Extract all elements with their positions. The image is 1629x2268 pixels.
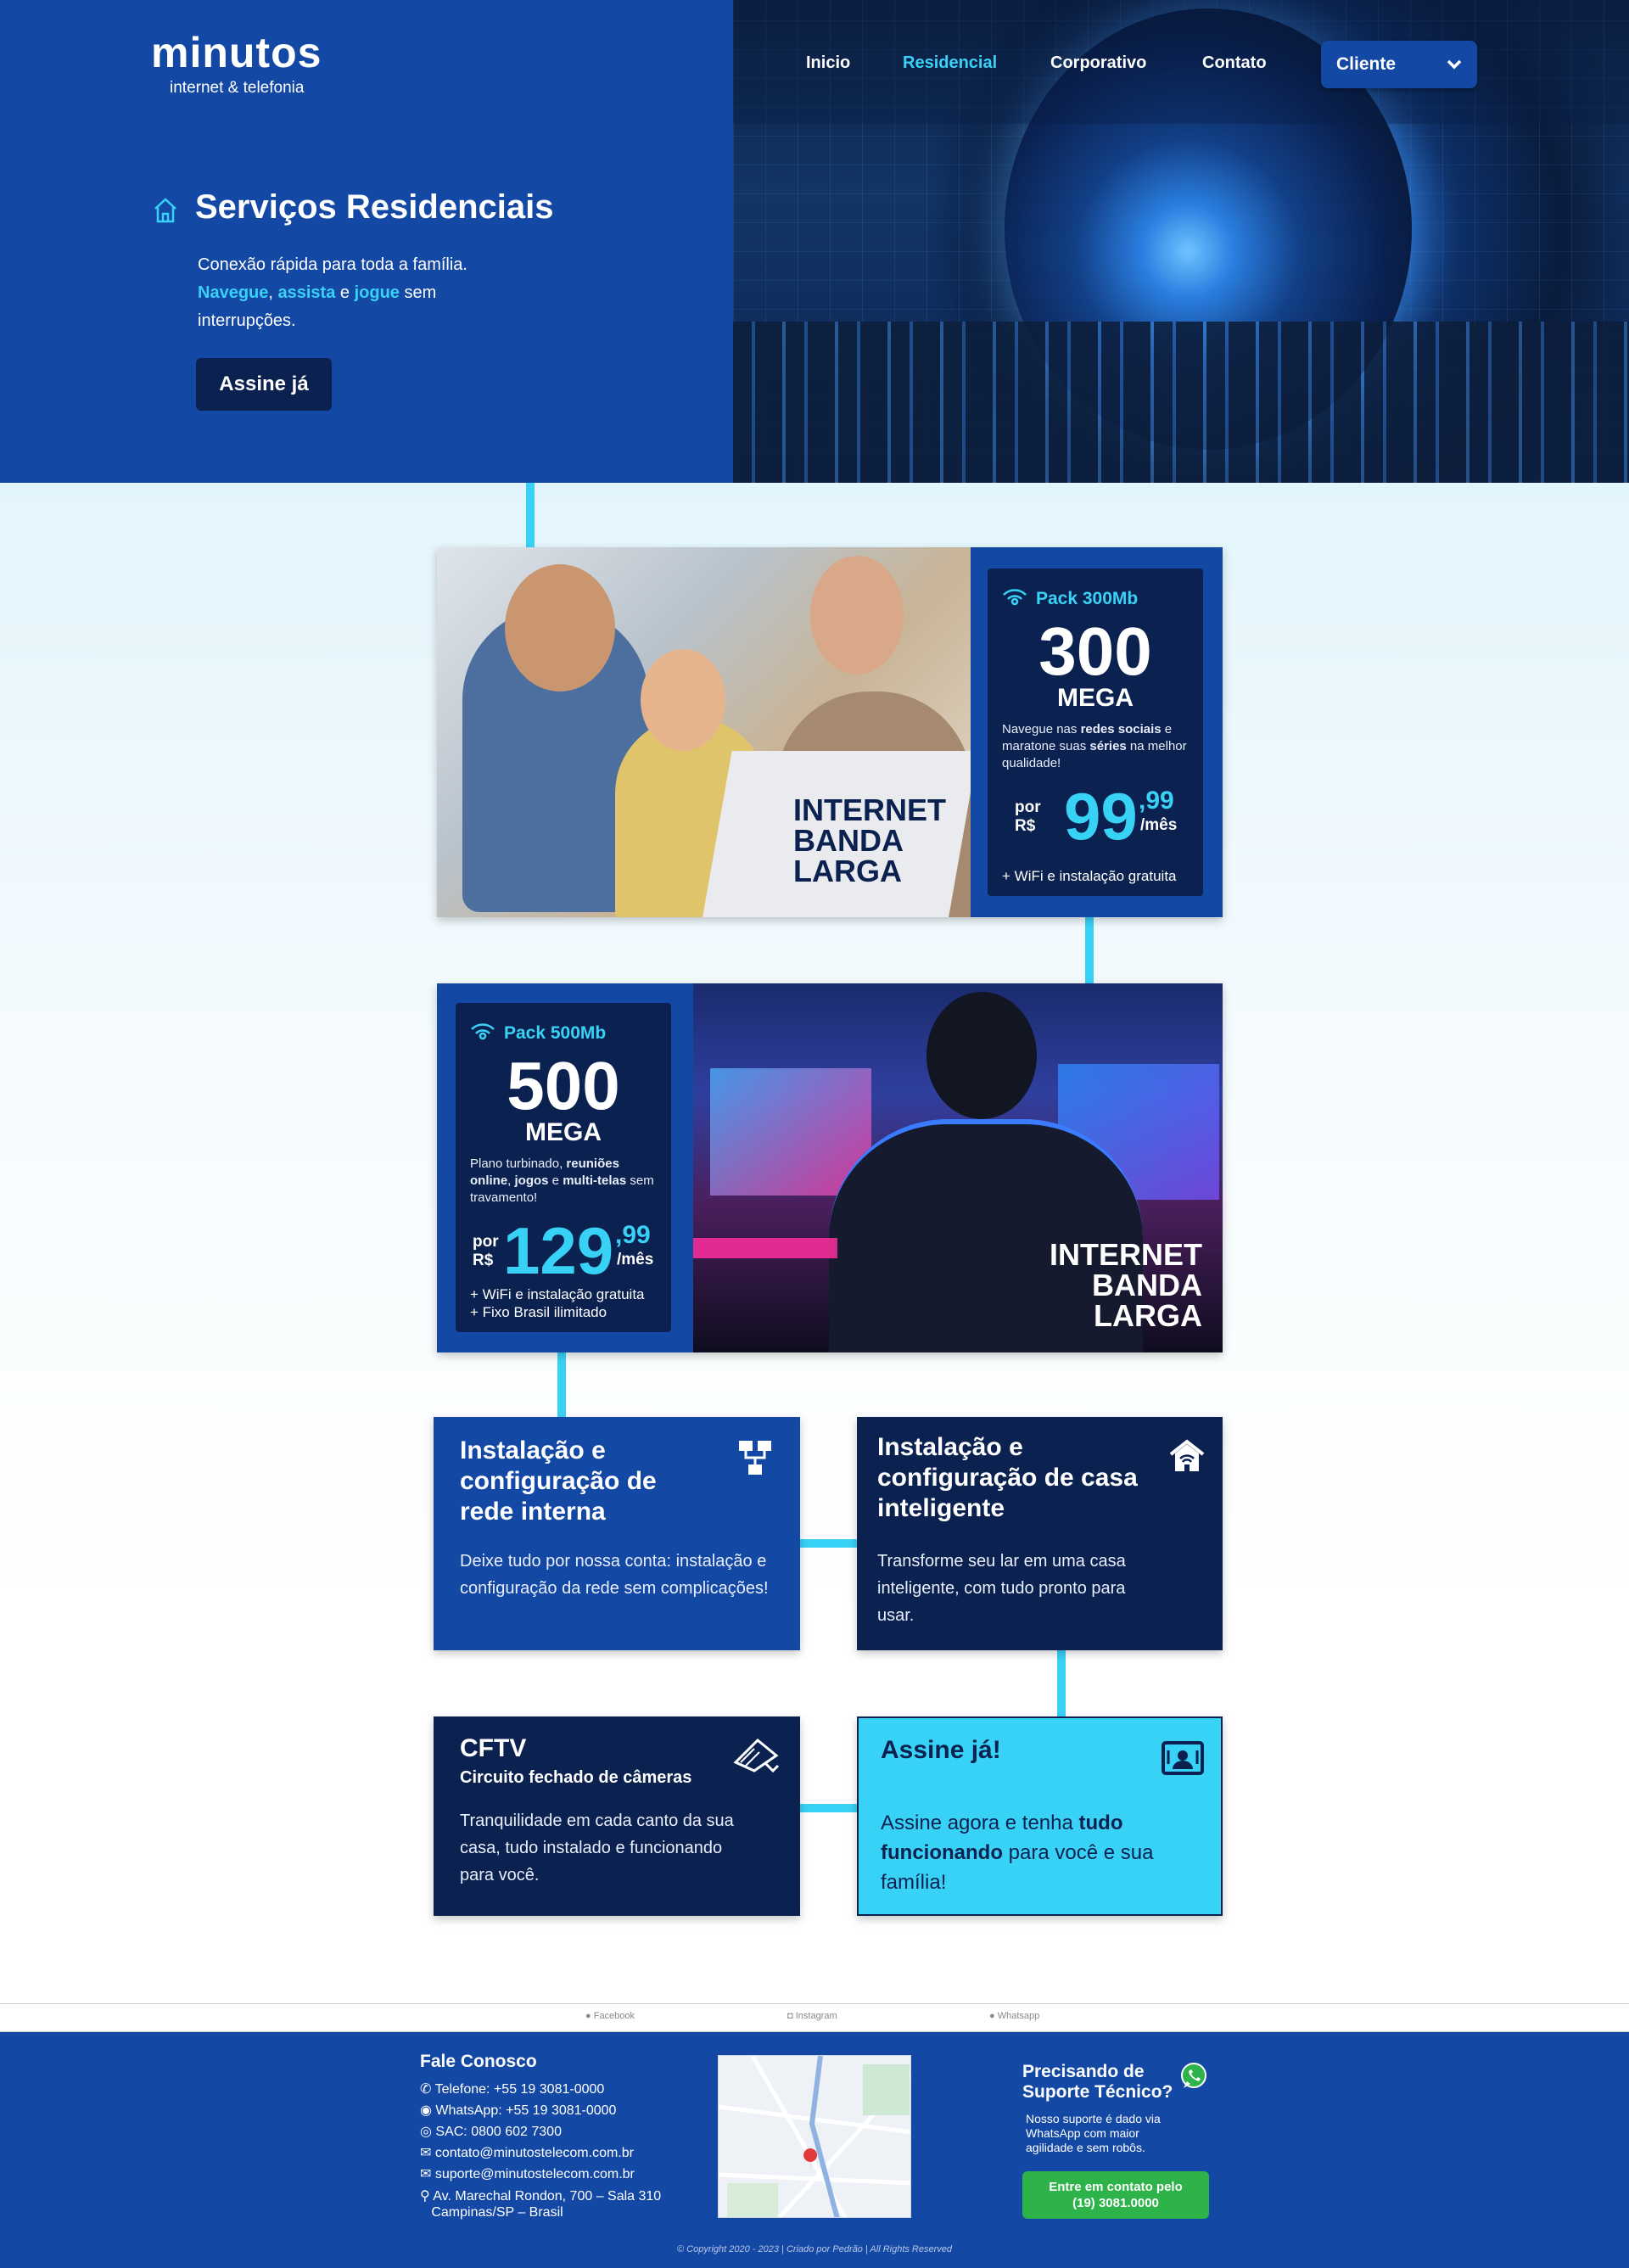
pack-unit: MEGA [1057, 684, 1134, 712]
service-card-casa[interactable]: Instalação e configuração de casa inteli… [857, 1417, 1223, 1650]
pack-speed: 500 [507, 1048, 620, 1123]
wifi-signal-icon [1003, 589, 1027, 606]
instagram-icon: ◘ [787, 2011, 793, 2021]
service-card-rede[interactable]: Instalação e configuração de rede intern… [434, 1417, 800, 1650]
connector-line [800, 1539, 857, 1548]
overlay-line: INTERNET [793, 792, 946, 827]
social-whatsapp-link[interactable]: ● Whatsapp [989, 2011, 1039, 2021]
pack-500-card[interactable]: Pack 500Mb 500 MEGA Plano turbinado, reu… [437, 983, 1223, 1352]
service-text: Transforme seu lar em uma casa inteligen… [877, 1552, 1126, 1625]
logo-tagline: internet & telefonia [170, 79, 305, 97]
map-graphic [719, 2056, 910, 2217]
wifi-signal-icon [471, 1023, 495, 1040]
assine-card[interactable]: Assine já! Assine agora e tenha tudo fun… [857, 1716, 1223, 1916]
support-text: Nosso suporte é dado via WhatsApp com mai… [1026, 2112, 1161, 2154]
overlay-line: INTERNET [1050, 1237, 1202, 1272]
pack-price: 99 [1064, 779, 1138, 854]
support-title: Precisando de Suporte Técnico? [1022, 2062, 1173, 2102]
nav-inicio[interactable]: Inicio [806, 53, 850, 73]
pack-300-details: Pack 300Mb 300 MEGA Navegue nas redes so… [988, 568, 1203, 896]
whatsapp-small-icon: ● [989, 2011, 995, 2021]
location-map[interactable] [718, 2055, 911, 2218]
family-photo: INTERNET BANDA LARGA [437, 547, 971, 917]
pack-extra: + Fixo Brasil ilimitado [470, 1304, 607, 1320]
pack-description: Navegue nas redes sociais e maratone sua… [1002, 722, 1187, 770]
social-instagram-link[interactable]: ◘ Instagram [787, 2011, 837, 2021]
cliente-dropdown-label: Cliente [1336, 54, 1397, 74]
navbar-backdrop [733, 0, 1629, 124]
connector-line [526, 483, 535, 547]
pack-300-card[interactable]: INTERNET BANDA LARGA Pack 300Mb 300 MEGA… [437, 547, 1223, 917]
assine-text: Assine agora e tenha tudo funcionando pa… [881, 1812, 1154, 1894]
contact-support-email[interactable]: ✉ suporte@minutostelecom.com.br [420, 2164, 700, 2185]
contact-sac[interactable]: ◎ SAC: 0800 602 7300 [420, 2121, 700, 2142]
service-text: Deixe tudo por nossa conta: instalação e… [460, 1552, 769, 1598]
camera-icon [733, 1738, 780, 1773]
facebook-icon: ● [585, 2011, 591, 2021]
whatsapp-contact-button[interactable]: Entre em contato pelo (19) 3081.0000 [1022, 2171, 1209, 2219]
overlay-line: BANDA [1092, 1268, 1202, 1302]
whatsapp-icon[interactable] [1179, 2062, 1208, 2091]
connector-line [1057, 1650, 1066, 1716]
page-title: Serviços Residenciais [195, 188, 554, 226]
nav-contato[interactable]: Contato [1202, 53, 1267, 73]
pack-500-details: Pack 500Mb 500 MEGA Plano turbinado, reu… [456, 1003, 671, 1332]
pack-extra: + WiFi e instalação gratuita [470, 1286, 645, 1302]
service-title: CFTV [460, 1734, 527, 1762]
social-facebook-link[interactable]: ● Facebook [585, 2011, 635, 2021]
network-icon [739, 1441, 771, 1475]
footer-contact-list: ✆ Telefone: +55 19 3081-0000 ◉ WhatsApp:… [420, 2079, 700, 2220]
gamer-photo: INTERNET BANDA LARGA [693, 983, 1223, 1352]
hero-description: Conexão rápida para toda a família. Nave… [198, 255, 467, 330]
contact-card-icon [1162, 1741, 1204, 1775]
contact-whatsapp[interactable]: ◉ WhatsApp: +55 19 3081-0000 [420, 2100, 700, 2121]
cliente-dropdown[interactable]: Cliente [1321, 41, 1477, 88]
price-period: /mês [1140, 816, 1178, 834]
pack-price: 129 [503, 1213, 614, 1288]
chevron-down-icon [1447, 59, 1462, 70]
pack-description: Plano turbinado, reuniões online, jogos … [470, 1156, 654, 1205]
pack-unit: MEGA [525, 1118, 602, 1146]
service-title: Instalação e configuração de rede intern… [460, 1436, 657, 1526]
nav-residencial[interactable]: Residencial [903, 53, 997, 73]
contact-address: ⚲ Av. Marechal Rondon, 700 – Sala 310 Ca… [420, 2189, 662, 2220]
hero-cta-button[interactable]: Assine já [196, 358, 332, 411]
service-card-cftv[interactable]: CFTV Circuito fechado de câmeras Tranqui… [434, 1716, 800, 1916]
logo[interactable]: minutos [151, 28, 322, 77]
service-text: Tranquilidade em cada canto da sua casa,… [460, 1812, 734, 1884]
contact-phone[interactable]: ✆ Telefone: +55 19 3081-0000 [420, 2079, 700, 2100]
pack-speed: 300 [1038, 613, 1152, 689]
pack-name: Pack 500Mb [504, 1023, 607, 1043]
smart-home-icon [1169, 1439, 1205, 1471]
connector-line [557, 1352, 566, 1417]
service-title: Instalação e configuração de casa inteli… [877, 1433, 1138, 1522]
pack-price-cents: ,99 [615, 1221, 651, 1249]
nav-corporativo[interactable]: Corporativo [1050, 53, 1146, 73]
pack-price-cents: ,99 [1139, 787, 1174, 815]
price-prefix: por R$ [1015, 798, 1041, 835]
copyright: © Copyright 2020 - 2023 | Criado por Ped… [676, 2244, 953, 2254]
contact-email[interactable]: ✉ contato@minutostelecom.com.br [420, 2142, 700, 2164]
overlay-line: BANDA [793, 823, 904, 858]
pack-name: Pack 300Mb [1036, 589, 1139, 608]
connector-line [1085, 917, 1094, 983]
assine-title: Assine já! [881, 1736, 1001, 1764]
service-subtitle: Circuito fechado de câmeras [460, 1768, 692, 1787]
footer-contact-title: Fale Conosco [420, 2052, 537, 2071]
overlay-line: LARGA [1094, 1298, 1202, 1333]
connector-line [800, 1804, 857, 1812]
price-period: /mês [617, 1251, 654, 1268]
pack-extra: + WiFi e instalação gratuita [1002, 868, 1177, 884]
price-prefix: por R$ [473, 1233, 499, 1269]
house-icon [154, 198, 176, 223]
overlay-line: LARGA [793, 854, 902, 888]
